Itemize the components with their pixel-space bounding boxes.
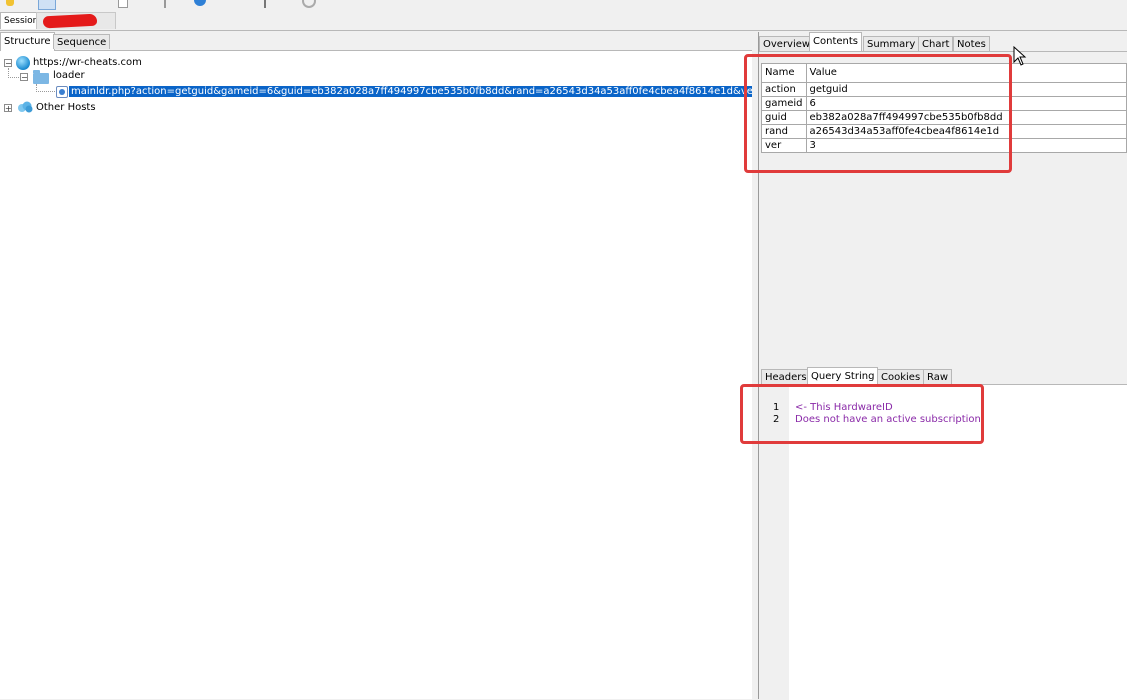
stop-icon[interactable] xyxy=(38,0,56,10)
expand-toggle-icon[interactable]: + xyxy=(4,104,12,113)
structure-pane: Structure Sequence − https://wr-cheats.c… xyxy=(0,32,774,699)
refresh-icon[interactable] xyxy=(194,0,206,6)
edit-icon[interactable] xyxy=(118,0,128,8)
tab-chart[interactable]: Chart xyxy=(918,36,954,51)
tab-overview[interactable]: Overview xyxy=(759,36,815,51)
tree-connector xyxy=(36,84,55,92)
redaction-mark xyxy=(42,13,98,29)
request-icon xyxy=(56,86,68,98)
collapse-toggle-icon[interactable]: − xyxy=(4,59,12,68)
tree-request-selected[interactable]: mainldr.php?action=getguid&gameid=6&guid… xyxy=(69,86,774,97)
folder-icon xyxy=(33,70,49,84)
wrench-icon[interactable] xyxy=(264,0,270,8)
tab-summary[interactable]: Summary xyxy=(863,36,920,51)
tree-other-hosts[interactable]: Other Hosts xyxy=(36,102,96,113)
tab-sequence[interactable]: Sequence xyxy=(53,34,111,49)
mouse-cursor-icon xyxy=(1013,46,1027,66)
tree-folder[interactable]: loader xyxy=(53,70,85,81)
pin-icon[interactable] xyxy=(6,0,14,6)
left-tab-bar: Structure Sequence xyxy=(0,32,752,51)
tab-contents[interactable]: Contents xyxy=(809,32,862,51)
tab-cookies[interactable]: Cookies xyxy=(877,369,925,384)
collapse-toggle-icon[interactable]: − xyxy=(20,73,28,82)
tree-host[interactable]: https://wr-cheats.com xyxy=(33,57,142,68)
annotation-box-params xyxy=(744,54,1012,173)
settings-icon[interactable] xyxy=(302,0,316,8)
tab-headers[interactable]: Headers xyxy=(761,369,811,384)
arrow-icon[interactable] xyxy=(158,0,166,8)
session-tab-bar: Session 1 * xyxy=(0,10,1127,31)
toolbar xyxy=(0,0,1127,10)
annotation-box-response xyxy=(740,384,984,444)
tab-raw[interactable]: Raw xyxy=(923,369,953,384)
tab-structure[interactable]: Structure xyxy=(0,32,55,51)
session-tab-2[interactable] xyxy=(36,12,116,29)
hosts-cloud-icon xyxy=(18,101,33,113)
tab-notes[interactable]: Notes xyxy=(953,36,990,51)
